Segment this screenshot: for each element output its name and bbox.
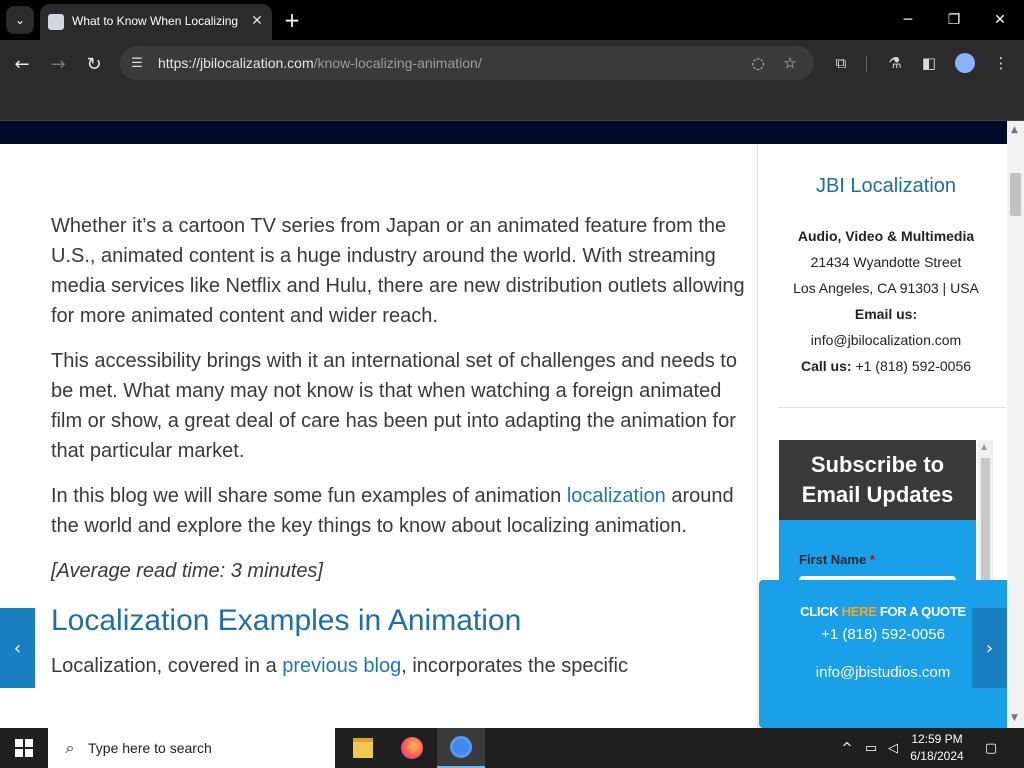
quote-callout[interactable]: CLICK HERE FOR A QUOTE +1 (818) 592-0056… <box>759 580 1007 728</box>
new-tab-plus-icon[interactable]: + <box>280 8 304 32</box>
favicon-icon <box>48 14 64 30</box>
tab-title: What to Know When Localizing <box>72 14 239 28</box>
clock[interactable]: 12:59 PM 6/18/2024 <box>892 731 982 765</box>
contact-info: Audio, Video & Multimedia 21434 Wyandott… <box>770 223 1002 379</box>
tab-search-dropdown-icon[interactable]: ⌄ <box>6 6 34 34</box>
article-paragraph-1: Whether it’s a cartoon TV series from Ja… <box>51 215 745 327</box>
tray-chevron-up-icon[interactable]: ^ <box>838 738 856 758</box>
next-post-chevron-icon[interactable]: › <box>972 608 1007 688</box>
read-time: [Average read time: 3 minutes] <box>51 560 323 582</box>
contact-email[interactable]: info@jbilocalization.com <box>770 327 1002 353</box>
scroll-up-arrow-icon[interactable]: ▲ <box>1011 125 1018 135</box>
browser-menu-icon[interactable]: ⋮ <box>988 50 1014 76</box>
contact-department: Audio, Video & Multimedia <box>797 228 975 244</box>
url-path: /know-localizing-animation/ <box>313 55 482 71</box>
localization-link[interactable]: localization <box>567 485 666 507</box>
labs-flask-icon[interactable]: ⚗ <box>882 50 908 76</box>
firefox-icon[interactable] <box>388 728 436 768</box>
taskbar-search[interactable]: ⌕ Type here to search <box>48 728 335 768</box>
site-navbar <box>0 121 1007 144</box>
notifications-icon[interactable]: ▢ <box>982 738 1000 758</box>
first-name-text: First Name <box>799 552 867 567</box>
browser-toolbar: ← → ↻ ☰ https://jbilocalization.com/know… <box>0 40 1024 88</box>
bookmarks-bar <box>0 88 1024 121</box>
clock-date: 6/18/2024 <box>910 749 964 763</box>
restore-icon[interactable]: ❐ <box>934 6 974 34</box>
side-panel-icon[interactable]: ◧ <box>916 50 942 76</box>
email-label: Email us: <box>854 306 918 322</box>
contact-street: 21434 Wyandotte Street <box>810 254 962 270</box>
contact-divider <box>778 407 1006 408</box>
windows-start-icon[interactable] <box>0 728 48 768</box>
required-mark: * <box>869 552 875 567</box>
bookmark-star-icon[interactable]: ☆ <box>780 53 800 73</box>
forward-arrow-icon[interactable]: → <box>44 50 72 78</box>
chrome-icon[interactable] <box>437 728 485 768</box>
site-info-icon[interactable]: ☰ <box>128 54 146 72</box>
profile-avatar-icon[interactable] <box>952 50 978 76</box>
scroll-thumb[interactable] <box>981 458 990 584</box>
scroll-up-arrow-icon[interactable]: ▲ <box>981 442 987 451</box>
browser-tab-bar: ⌄ What to Know When Localizing ✕ + ─ ❐ ✕ <box>0 0 1024 40</box>
url-text[interactable]: https://jbilocalization.com/know-localiz… <box>158 55 482 71</box>
paragraph-text: In this blog we will share some fun exam… <box>51 485 567 507</box>
address-bar[interactable]: ☰ https://jbilocalization.com/know-local… <box>120 46 814 80</box>
minimize-icon[interactable]: ─ <box>888 6 928 34</box>
scroll-thumb[interactable] <box>1010 173 1021 216</box>
article-paragraph-4: Localization, covered in a previous blog… <box>51 651 751 681</box>
first-name-label: First Name * <box>799 552 875 567</box>
contact-city: Los Angeles, CA 91303 | USA <box>793 280 979 296</box>
clock-time: 12:59 PM <box>911 732 963 746</box>
search-placeholder: Type here to search <box>88 740 212 756</box>
contact-phone-line: Call us: +1 (818) 592-0056 <box>770 353 1002 379</box>
section-heading: Localization Examples in Animation <box>51 604 522 637</box>
toolbar-divider <box>866 56 867 72</box>
call-label: Call us: <box>800 358 852 374</box>
quote-click-text: CLICK <box>800 604 842 619</box>
paragraph-text: , incorporates the specific <box>401 655 628 677</box>
quote-here-link[interactable]: HERE <box>842 604 877 619</box>
previous-blog-link[interactable]: previous blog <box>282 655 401 677</box>
url-host: https://jbilocalization.com <box>158 55 314 71</box>
article-body: Whether it’s a cartoon TV series from Ja… <box>51 211 751 696</box>
reload-icon[interactable]: ↻ <box>80 50 108 78</box>
quote-email[interactable]: info@jbistudios.com <box>759 664 1007 681</box>
subscribe-heading: Subscribe to Email Updates <box>779 440 976 520</box>
paragraph-text: Localization, covered in a <box>51 655 283 677</box>
sidebar-title: JBI Localization <box>815 175 957 197</box>
article-paragraph-3: In this blog we will share some fun exam… <box>51 481 751 541</box>
tab-close-icon[interactable]: ✕ <box>246 10 268 32</box>
quote-rest-text: FOR A QUOTE <box>876 604 966 619</box>
windows-taskbar: ⌕ Type here to search ^ ▭ ◁ 12:59 PM 6/1… <box>0 728 1024 768</box>
subscribe-scrollbar[interactable]: ▲ <box>978 440 993 590</box>
eye-slash-icon[interactable]: ◌ <box>748 53 768 73</box>
contact-phone[interactable]: +1 (818) 592-0056 <box>855 358 971 374</box>
close-window-icon[interactable]: ✕ <box>980 6 1020 34</box>
browser-tab[interactable]: What to Know When Localizing ✕ <box>40 4 272 40</box>
quote-phone[interactable]: +1 (818) 592-0056 <box>759 626 1007 643</box>
search-icon: ⌕ <box>65 738 75 757</box>
page-scrollbar[interactable]: ▲ ▼ <box>1007 121 1024 728</box>
file-explorer-icon[interactable] <box>339 728 387 768</box>
sidebar-divider <box>757 144 758 728</box>
previous-post-chevron-icon[interactable]: ‹ <box>0 608 35 688</box>
scroll-down-arrow-icon[interactable]: ▼ <box>1011 713 1018 723</box>
web-page: Whether it’s a cartoon TV series from Ja… <box>0 121 1007 728</box>
network-icon[interactable]: ▭ <box>862 738 880 758</box>
article-paragraph-2: This accessibility brings with it an int… <box>51 350 737 462</box>
back-arrow-icon[interactable]: ← <box>8 50 36 78</box>
extensions-puzzle-icon[interactable]: ⧉ <box>828 50 854 76</box>
quote-cta[interactable]: CLICK HERE FOR A QUOTE <box>759 604 1007 619</box>
